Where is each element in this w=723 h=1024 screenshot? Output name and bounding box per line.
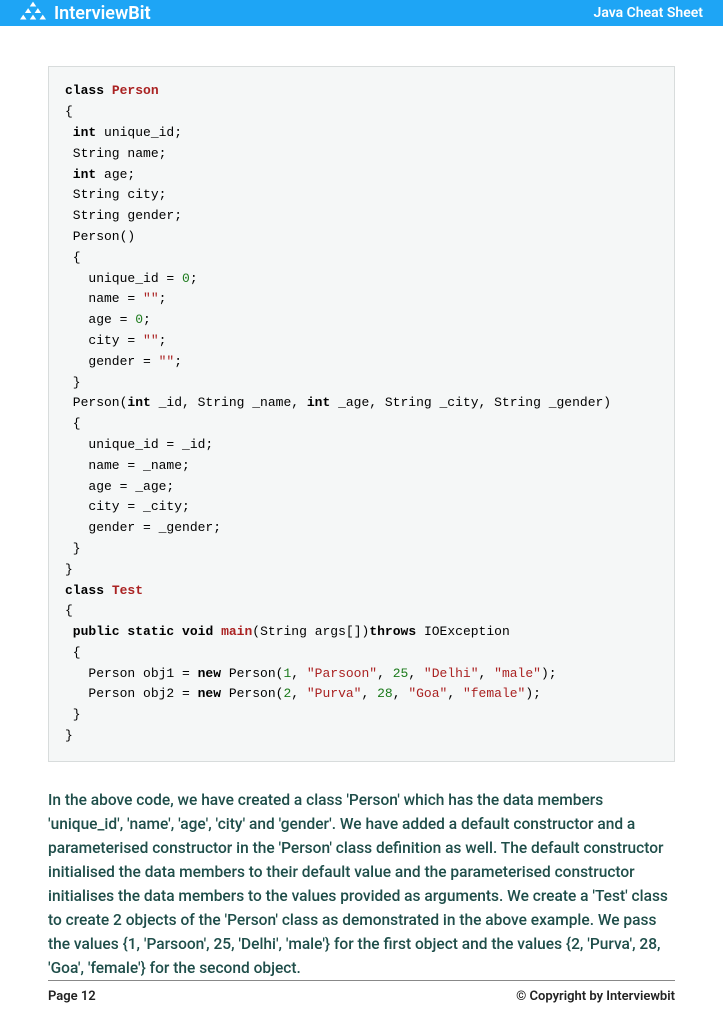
document-title: Java Cheat Sheet xyxy=(594,5,703,21)
copyright-text: © Copyright by Interviewbit xyxy=(516,989,675,1004)
page-header: InterviewBit Java Cheat Sheet xyxy=(0,0,723,26)
code-block: class Person { int unique_id; String nam… xyxy=(48,66,675,762)
page-footer: Page 12 © Copyright by Interviewbit xyxy=(48,980,675,1004)
page-content: class Person { int unique_id; String nam… xyxy=(0,26,723,980)
explanation-paragraph: In the above code, we have created a cla… xyxy=(48,788,675,980)
logo-icon xyxy=(20,0,46,26)
brand-logo: InterviewBit xyxy=(20,0,151,26)
brand-name: InterviewBit xyxy=(54,3,151,24)
page-number: Page 12 xyxy=(48,989,96,1004)
